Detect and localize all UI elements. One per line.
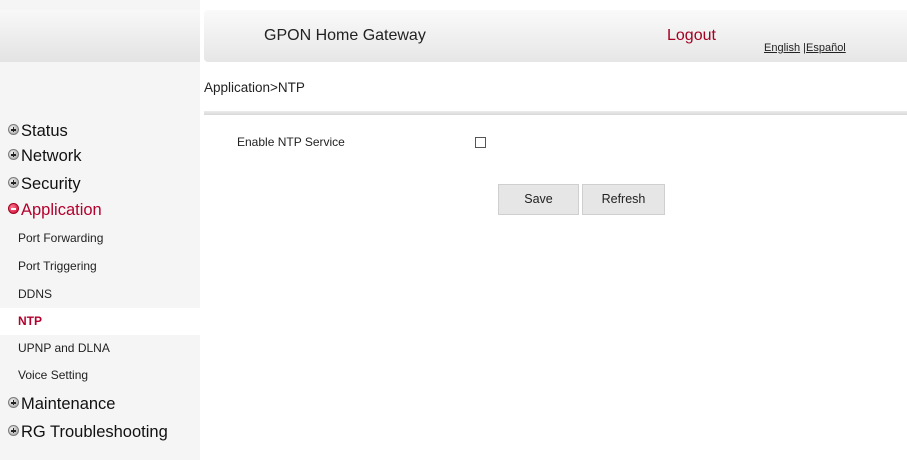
plus-circle-icon (8, 425, 19, 436)
sidebar-subitem-voice-setting[interactable]: Voice Setting (0, 362, 200, 389)
plus-circle-icon (8, 149, 19, 160)
enable-ntp-label: Enable NTP Service (237, 135, 345, 149)
content-divider (204, 111, 907, 115)
breadcrumb: Application>NTP (204, 80, 305, 95)
plus-circle-icon (8, 177, 19, 188)
sidebar-item-label: Maintenance (21, 395, 116, 413)
sidebar-item-label: Network (21, 147, 82, 165)
sidebar-subitem-ddns[interactable]: DDNS (0, 281, 200, 308)
sidebar-subitem-port-triggering[interactable]: Port Triggering (0, 253, 200, 280)
sidebar-header-bar (0, 10, 200, 62)
top-header: GPON Home Gateway Logout English |Españo… (204, 10, 907, 62)
sidebar-item-network[interactable]: Network (8, 143, 82, 169)
language-spanish-link[interactable]: Español (806, 42, 846, 54)
refresh-button[interactable]: Refresh (582, 184, 665, 215)
sidebar-item-rg-troubleshooting[interactable]: RG Troubleshooting (8, 419, 168, 445)
sidebar-item-maintenance[interactable]: Maintenance (8, 391, 115, 417)
sidebar-item-label: Security (21, 175, 81, 193)
plus-circle-icon (8, 397, 19, 408)
gateway-title: GPON Home Gateway (264, 27, 426, 44)
sidebar-item-status[interactable]: Status (8, 118, 68, 144)
enable-ntp-checkbox[interactable] (475, 137, 486, 148)
minus-circle-icon (8, 203, 19, 214)
language-switcher: English |Español (764, 42, 846, 54)
sidebar-subitem-ntp[interactable]: NTP (0, 308, 200, 335)
sidebar: Status Network Security Application Port… (0, 0, 200, 460)
sidebar-item-label: RG Troubleshooting (21, 423, 168, 441)
sidebar-item-security[interactable]: Security (8, 171, 81, 197)
sidebar-subitem-port-forwarding[interactable]: Port Forwarding (0, 225, 200, 252)
sidebar-item-label: Status (21, 122, 68, 140)
logout-link[interactable]: Logout (667, 27, 716, 45)
language-english-link[interactable]: English (764, 42, 800, 54)
sidebar-item-application[interactable]: Application (8, 197, 102, 223)
plus-circle-icon (8, 124, 19, 135)
sidebar-subitem-upnp-dlna[interactable]: UPNP and DLNA (0, 335, 200, 362)
sidebar-item-label: Application (21, 201, 102, 219)
save-button[interactable]: Save (498, 184, 579, 215)
